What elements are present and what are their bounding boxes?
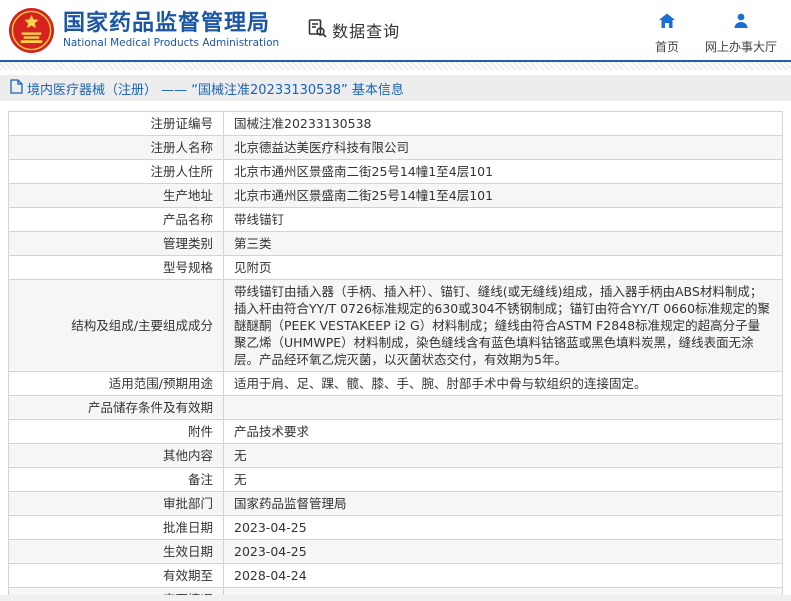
header-nav: 首页 网上办事大厅 (655, 6, 777, 55)
row-value: 北京市通州区景盛南二街25号14幢1至4层101 (223, 159, 783, 184)
table-row: 注册证编号 国械注准20233130538 (8, 111, 783, 136)
page-icon (10, 78, 23, 98)
table-row: 有效期至 2028-04-24 (8, 563, 783, 588)
home-icon (658, 12, 676, 34)
row-label: 有效期至 (8, 563, 224, 588)
row-value: 适用于肩、足、踝、髋、膝、手、腕、肘部手术中骨与软组织的连接固定。 (223, 371, 783, 396)
nav-item-service-hall[interactable]: 网上办事大厅 (705, 12, 777, 55)
row-label: 审批部门 (8, 491, 224, 516)
row-label: 型号规格 (8, 255, 224, 280)
row-value (223, 395, 783, 420)
nav-label-service-hall: 网上办事大厅 (704, 39, 777, 54)
row-label: 其他内容 (8, 443, 224, 468)
table-row: 附件 产品技术要求 (8, 419, 783, 444)
data-query-button[interactable]: 数据查询 (307, 18, 400, 42)
row-value: 2023-04-25 (223, 515, 783, 540)
table-row: 其他内容无 (8, 443, 783, 468)
table-row: 产品储存条件及有效期 (8, 395, 783, 420)
table-row: 注册人住所 北京市通州区景盛南二街25号14幢1至4层101 (8, 159, 783, 184)
row-value: 无 (223, 467, 783, 492)
person-icon (732, 12, 750, 34)
row-label: 生产地址 (8, 183, 224, 208)
row-value: 带线锚钉 (223, 207, 783, 232)
row-label: 注册人住所 (8, 159, 224, 184)
nav-item-home[interactable]: 首页 (655, 12, 679, 55)
site-title: 国家药品监督管理局 (63, 10, 271, 36)
table-row: 备注无 (8, 467, 783, 492)
table-row: 批准日期 2023-04-25 (8, 515, 783, 540)
row-value: 第三类 (223, 231, 783, 256)
row-value: 2023-04-25 (223, 539, 783, 564)
row-label: 结构及组成/主要组成成分 (8, 279, 224, 372)
row-label: 生效日期 (8, 539, 224, 564)
site-header: 国家药品监督管理局 National Medical Products Admi… (0, 0, 791, 60)
row-label: 产品名称 (8, 207, 224, 232)
row-label: 备注 (8, 467, 224, 492)
table-row: 注册人名称 北京德益达美医疗科技有限公司 (8, 135, 783, 160)
breadcrumb: 境内医疗器械（注册） —— “国械注准20233130538” 基本信息 (0, 75, 791, 101)
table-row: 生效日期 2023-04-25 (8, 539, 783, 564)
row-value: 2028-04-24 (223, 563, 783, 588)
row-value: 带线锚钉由插入器（手柄、插入杆）、锚钉、缝线(或无缝线)组成，插入器手柄由ABS… (223, 279, 783, 372)
row-label: 附件 (8, 419, 224, 444)
site-subtitle: National Medical Products Administration (63, 36, 280, 49)
row-value: 见附页 (223, 255, 783, 280)
hatch-divider (0, 62, 791, 70)
footer-strip (0, 595, 791, 601)
row-value: 国械注准20233130538 (223, 111, 783, 136)
table-row: 型号规格 见附页 (8, 255, 783, 280)
table-row: 结构及组成/主要组成成分 带线锚钉由插入器（手柄、插入杆）、锚钉、缝线(或无缝线)… (8, 279, 783, 372)
row-label: 产品储存条件及有效期 (8, 395, 224, 420)
row-value: 产品技术要求 (223, 419, 783, 444)
table-row: 生产地址 北京市通州区景盛南二街25号14幢1至4层101 (8, 183, 783, 208)
row-value: 国家药品监督管理局 (223, 491, 783, 516)
data-query-label: 数据查询 (332, 22, 401, 41)
nav-label-home: 首页 (654, 39, 679, 54)
row-label: 批准日期 (8, 515, 224, 540)
site-title-block: 国家药品监督管理局 National Medical Products Admi… (63, 11, 279, 50)
row-value: 北京德益达美医疗科技有限公司 (223, 135, 783, 160)
breadcrumb-text: 境内医疗器械（注册） —— “国械注准20233130538” 基本信息 (27, 82, 404, 98)
registration-info-table: 注册证编号 国械注准20233130538 注册人名称 北京德益达美医疗科技有限公司注… (8, 111, 783, 601)
row-label: 注册人名称 (8, 135, 224, 160)
table-row: 产品名称 带线锚钉 (8, 207, 783, 232)
table-row: 管理类别 第三类 (8, 231, 783, 256)
row-value: 无 (223, 443, 783, 468)
table-row: 审批部门 国家药品监督管理局 (8, 491, 783, 516)
row-label: 适用范围/预期用途 (8, 371, 224, 396)
info-table-body: 注册证编号 国械注准20233130538 注册人名称 北京德益达美医疗科技有限公司注… (8, 111, 783, 601)
document-search-icon (307, 18, 327, 42)
table-row: 适用范围/预期用途 适用于肩、足、踝、髋、膝、手、腕、肘部手术中骨与软组织的连接固… (8, 371, 783, 396)
row-value: 北京市通州区景盛南二街25号14幢1至4层101 (223, 183, 783, 208)
row-label: 管理类别 (8, 231, 224, 256)
national-emblem-logo (8, 7, 55, 54)
row-label: 注册证编号 (8, 111, 224, 136)
